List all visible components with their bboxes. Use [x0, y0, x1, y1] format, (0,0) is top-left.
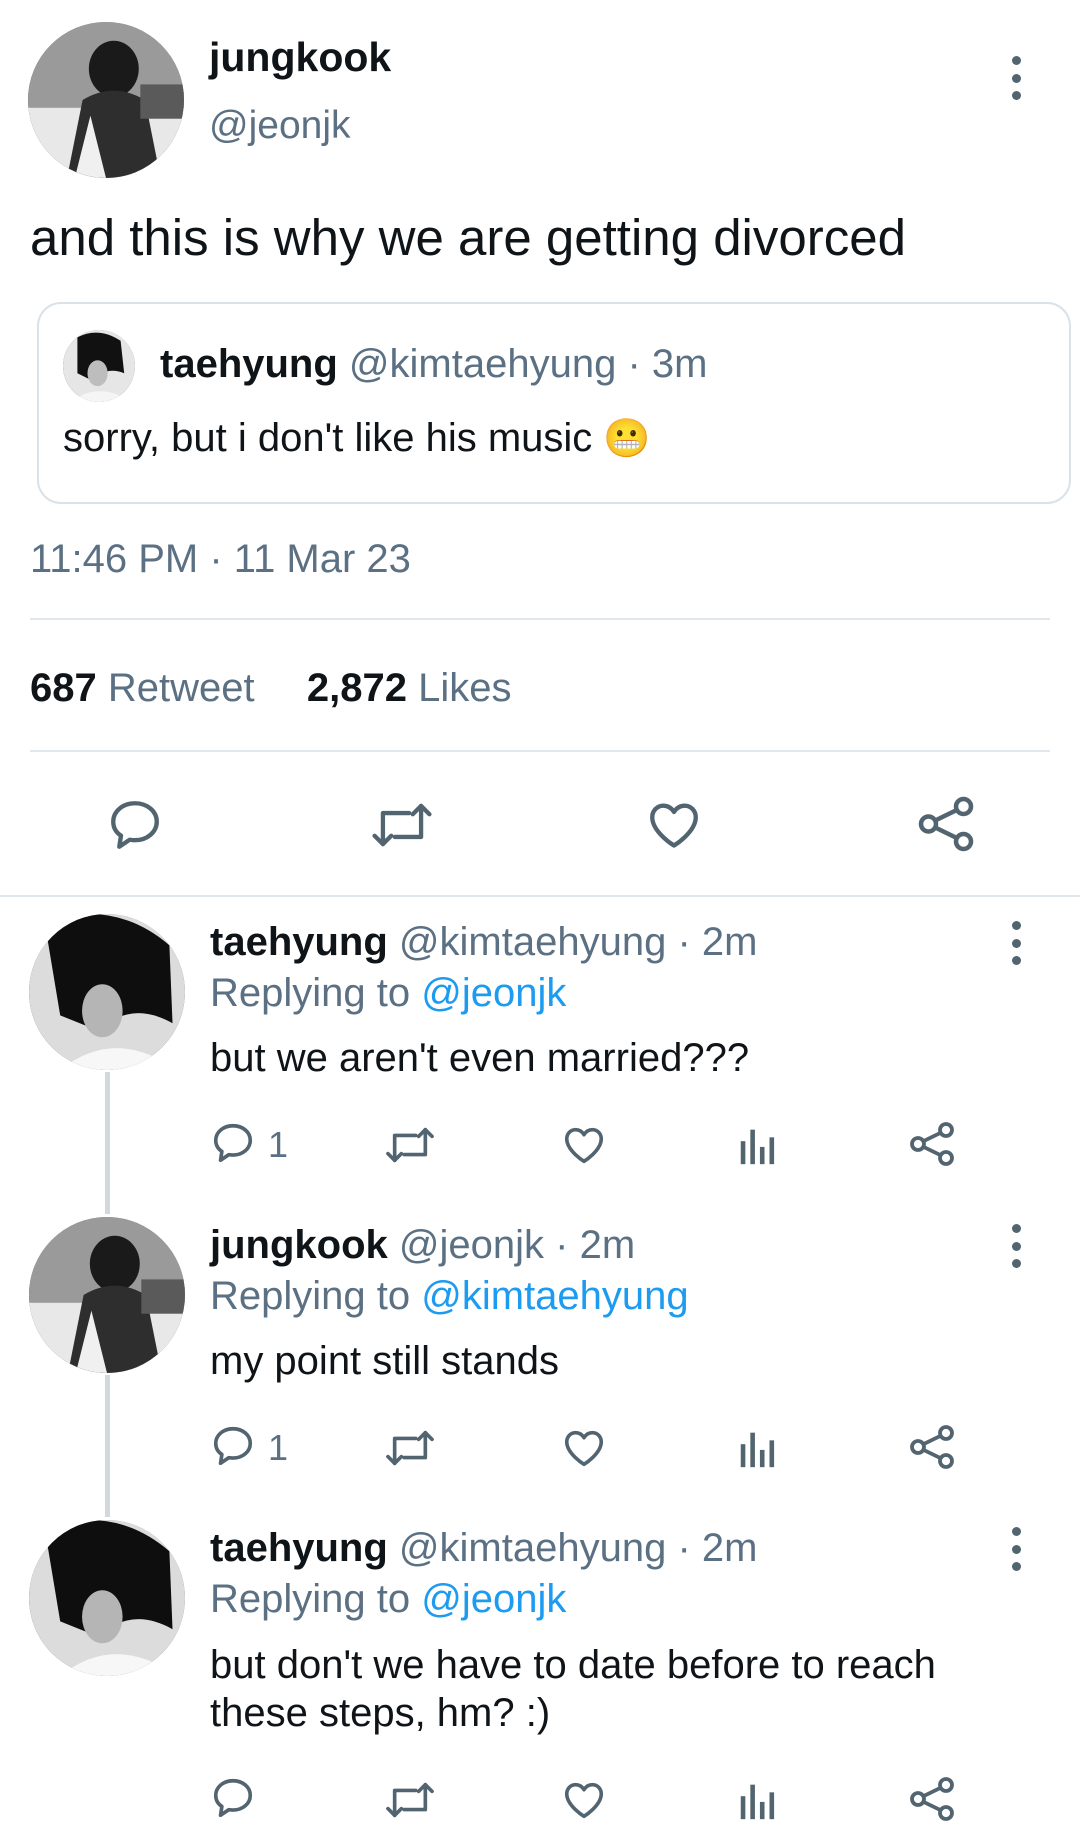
grimace-emoji-icon: 😬 — [603, 418, 651, 460]
reply-time: · 2m — [555, 1223, 636, 1267]
share-icon[interactable] — [908, 1120, 956, 1168]
reply-author-name[interactable]: jungkook — [210, 1223, 388, 1267]
share-icon[interactable] — [908, 1775, 956, 1823]
avatar-taehyung[interactable] — [29, 1520, 185, 1676]
more-icon[interactable] — [1002, 1527, 1030, 1571]
quoted-author-handle: @kimtaehyung — [348, 342, 617, 386]
replying-to-mention[interactable]: @jeonjk — [421, 971, 566, 1015]
reply-icon[interactable] — [210, 1775, 256, 1821]
reply-time: · 2m — [677, 920, 758, 964]
reply-count: 1 — [268, 1427, 289, 1468]
share-icon[interactable] — [908, 1423, 956, 1471]
avatar-jungkook[interactable] — [29, 1217, 185, 1373]
retweet-icon[interactable] — [385, 1122, 435, 1168]
tweet-timestamp[interactable]: 11:46 PM · 11 Mar 23 — [30, 537, 411, 582]
reply-author-handle[interactable]: @kimtaehyung — [399, 1526, 666, 1570]
quoted-time: · 3m — [627, 342, 708, 386]
retweet-count[interactable]: 687 — [30, 666, 97, 710]
replying-to-mention[interactable]: @jeonjk — [421, 1577, 566, 1621]
avatar-taehyung[interactable] — [29, 914, 185, 1070]
retweet-icon[interactable] — [385, 1777, 435, 1823]
reply-text-line-2: these steps, hm? :) — [210, 1691, 551, 1735]
thread-line — [105, 1375, 110, 1517]
more-icon[interactable] — [1002, 1224, 1030, 1268]
replying-to-label: Replying to — [210, 971, 411, 1015]
thread-line — [105, 1072, 110, 1214]
reply-author-handle[interactable]: @kimtaehyung — [399, 920, 666, 964]
like-icon[interactable] — [560, 1777, 608, 1823]
author-handle[interactable]: @jeonjk — [209, 104, 351, 148]
more-icon[interactable] — [1002, 56, 1030, 100]
reply-icon[interactable] — [210, 1120, 256, 1166]
avatar-taehyung-small — [63, 330, 135, 402]
reply-time: · 2m — [677, 1526, 758, 1570]
like-icon[interactable] — [644, 796, 704, 854]
reply-text-line-1: but don't we have to date before to reac… — [210, 1643, 936, 1687]
likes-count[interactable]: 2,872 — [307, 666, 407, 710]
quoted-author-name: taehyung — [160, 342, 338, 386]
author-name[interactable]: jungkook — [209, 34, 391, 81]
retweet-icon[interactable] — [385, 1425, 435, 1471]
quoted-text: sorry, but i don't like his music — [63, 416, 593, 460]
reply-author-name[interactable]: taehyung — [210, 1526, 388, 1570]
analytics-icon[interactable] — [737, 1122, 779, 1168]
reply-author-name[interactable]: taehyung — [210, 920, 388, 964]
replying-to-label: Replying to — [210, 1577, 411, 1621]
reply-icon[interactable] — [106, 796, 164, 854]
reply-text: but we aren't even married??? — [210, 1036, 750, 1080]
like-icon[interactable] — [560, 1122, 608, 1168]
reply-count: 1 — [268, 1124, 289, 1165]
reply-icon[interactable] — [210, 1423, 256, 1469]
replying-to-mention[interactable]: @kimtaehyung — [421, 1274, 688, 1318]
analytics-icon[interactable] — [737, 1777, 779, 1823]
analytics-icon[interactable] — [737, 1425, 779, 1471]
avatar-jungkook[interactable] — [28, 22, 184, 178]
tweet-text: and this is why we are getting divorced — [30, 209, 906, 266]
replying-to-label: Replying to — [210, 1274, 411, 1318]
likes-label[interactable]: Likes — [418, 666, 511, 710]
divider — [30, 618, 1050, 620]
section-divider — [0, 895, 1080, 897]
more-icon[interactable] — [1002, 921, 1030, 965]
retweet-icon[interactable] — [371, 796, 433, 854]
engagement-stats: 687 Retweet 2,872 Likes — [30, 666, 512, 711]
quoted-tweet-card[interactable]: taehyung @kimtaehyung · 3m sorry, but i … — [37, 302, 1071, 504]
divider — [30, 750, 1050, 752]
like-icon[interactable] — [560, 1425, 608, 1471]
retweet-label[interactable]: Retweet — [108, 666, 255, 710]
share-icon[interactable] — [916, 794, 976, 854]
reply-text: my point still stands — [210, 1339, 560, 1383]
reply-author-handle[interactable]: @jeonjk — [399, 1223, 544, 1267]
